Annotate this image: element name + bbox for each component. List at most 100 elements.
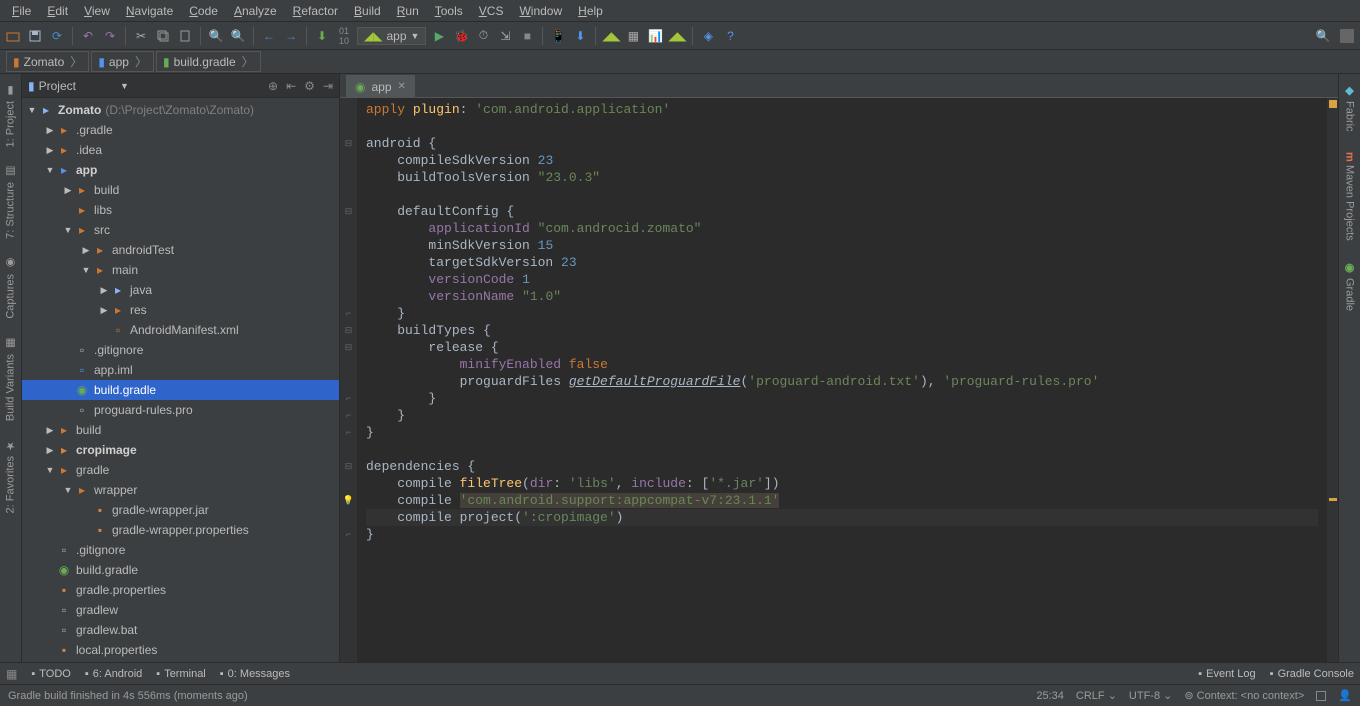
tree-twisty-icon[interactable]: ▼: [44, 165, 56, 175]
tree-node--idea[interactable]: ▶▸.idea: [22, 140, 339, 160]
replace-icon[interactable]: 🔍: [229, 27, 247, 45]
collapse-tool-icon[interactable]: ▦: [6, 667, 17, 681]
bottom-tab-gradle-console[interactable]: ▪Gradle Console: [1270, 668, 1354, 680]
undo-icon[interactable]: ↶: [79, 27, 97, 45]
device-monitor-icon[interactable]: ◢◣: [602, 27, 620, 45]
tree-node-gradle-wrapper-jar[interactable]: ▪gradle-wrapper.jar: [22, 500, 339, 520]
tree-node-androidtest[interactable]: ▶▸androidTest: [22, 240, 339, 260]
line-sep[interactable]: CRLF ⌄: [1076, 689, 1117, 702]
menu-build[interactable]: Build: [346, 2, 389, 20]
menu-file[interactable]: File: [4, 2, 39, 20]
tool-tab-favorites[interactable]: 2: Favorites★: [2, 433, 19, 519]
menu-navigate[interactable]: Navigate: [118, 2, 181, 20]
menu-help[interactable]: Help: [570, 2, 611, 20]
bottom-tab-messages[interactable]: ▪0: Messages: [220, 668, 290, 680]
project-tree[interactable]: ▼▸Zomato(D:\Project\Zomato\Zomato)▶▸.gra…: [22, 98, 339, 662]
tree-node-gradle[interactable]: ▼▸gradle: [22, 460, 339, 480]
settings-icon[interactable]: ⚙: [304, 79, 315, 93]
redo-icon[interactable]: ↷: [101, 27, 119, 45]
tree-node-gradlew[interactable]: ▫gradlew: [22, 600, 339, 620]
lightbulb-icon[interactable]: 💡: [343, 495, 354, 505]
bottom-tab-todo[interactable]: ▪TODO: [31, 668, 70, 680]
code-editor[interactable]: apply plugin: 'com.android.application'a…: [358, 98, 1326, 662]
layout-icon[interactable]: ▦: [624, 27, 642, 45]
tree-node-src[interactable]: ▼▸src: [22, 220, 339, 240]
help-icon[interactable]: ?: [721, 27, 739, 45]
attach-icon[interactable]: ⇲: [496, 27, 514, 45]
binary-icon[interactable]: 0110: [335, 27, 353, 45]
breadcrumb-build.gradle[interactable]: ▮build.gradle〉: [156, 51, 261, 72]
tree-node-app[interactable]: ▼▸app: [22, 160, 339, 180]
tree-node--gitignore[interactable]: ▫.gitignore: [22, 340, 339, 360]
tool-tab-project[interactable]: 1: Project▮: [2, 78, 19, 153]
tree-node-gradlew-bat[interactable]: ▫gradlew.bat: [22, 620, 339, 640]
tree-node-proguard-rules-pro[interactable]: ▫proguard-rules.pro: [22, 400, 339, 420]
hector-icon[interactable]: 👤: [1338, 689, 1352, 702]
cut-icon[interactable]: ✂: [132, 27, 150, 45]
sync-icon[interactable]: ⟳: [48, 27, 66, 45]
tree-twisty-icon[interactable]: ▼: [26, 105, 38, 115]
tree-node-gradle-wrapper-properties[interactable]: ▪gradle-wrapper.properties: [22, 520, 339, 540]
menu-refactor[interactable]: Refactor: [285, 2, 346, 20]
breadcrumb-app[interactable]: ▮app〉: [91, 51, 154, 72]
tree-node-build-gradle[interactable]: ◉build.gradle: [22, 560, 339, 580]
tree-twisty-icon[interactable]: ▶: [80, 245, 92, 256]
sdk-icon[interactable]: ⬇: [571, 27, 589, 45]
context-indicator[interactable]: ⊚ Context: <no context>: [1184, 689, 1304, 702]
tool-tab-gradle[interactable]: ◉Gradle: [1341, 255, 1358, 317]
error-stripe[interactable]: [1326, 98, 1338, 662]
tree-node-build[interactable]: ▶▸build: [22, 420, 339, 440]
find-icon[interactable]: 🔍: [207, 27, 225, 45]
close-icon[interactable]: ✕: [398, 81, 406, 92]
tree-twisty-icon[interactable]: ▼: [44, 465, 56, 475]
bottom-tab-event[interactable]: ▪Event Log: [1198, 668, 1255, 680]
paste-icon[interactable]: [176, 27, 194, 45]
tree-twisty-icon[interactable]: ▶: [44, 445, 56, 456]
tree-node-res[interactable]: ▶▸res: [22, 300, 339, 320]
menu-vcs[interactable]: VCS: [471, 2, 512, 20]
tree-node-androidmanifest-xml[interactable]: ▫AndroidManifest.xml: [22, 320, 339, 340]
hide-icon[interactable]: ⇥: [323, 79, 333, 93]
back-icon[interactable]: ←: [260, 27, 278, 45]
tree-node-local-properties[interactable]: ▪local.properties: [22, 640, 339, 660]
tree-node-cropimage[interactable]: ▶▸cropimage: [22, 440, 339, 460]
fold-gutter[interactable]: ⊟⊟⌐⊟⊟⌐⌐⌐⊟💡⌐: [340, 98, 358, 662]
tool-tab-maven[interactable]: mMaven Projects: [1342, 146, 1358, 248]
tree-twisty-icon[interactable]: ▶: [44, 145, 56, 156]
chevron-down-icon[interactable]: ▼: [120, 81, 129, 91]
tree-twisty-icon[interactable]: ▶: [44, 425, 56, 436]
tree-twisty-icon[interactable]: ▼: [62, 225, 74, 235]
encoding[interactable]: UTF-8 ⌄: [1129, 689, 1172, 702]
profile-icon[interactable]: ⏱: [474, 27, 492, 45]
tree-node-app-iml[interactable]: ▫app.iml: [22, 360, 339, 380]
tool-tab-variants[interactable]: Build Variants▦: [2, 331, 19, 427]
save-icon[interactable]: [26, 27, 44, 45]
android-head-icon[interactable]: ◢◣: [668, 27, 686, 45]
tree-twisty-icon[interactable]: ▶: [44, 125, 56, 136]
menu-run[interactable]: Run: [389, 2, 427, 20]
forward-icon[interactable]: →: [282, 27, 300, 45]
theme-icon[interactable]: 📊: [646, 27, 664, 45]
bottom-tab-terminal[interactable]: ▪Terminal: [156, 668, 205, 680]
scroll-target-icon[interactable]: ⊕: [268, 79, 278, 93]
tree-node-main[interactable]: ▼▸main: [22, 260, 339, 280]
tree-twisty-icon[interactable]: ▶: [62, 185, 74, 196]
tree-node-zomato[interactable]: ▼▸Zomato(D:\Project\Zomato\Zomato): [22, 100, 339, 120]
tree-twisty-icon[interactable]: ▶: [98, 285, 110, 296]
menu-view[interactable]: View: [76, 2, 118, 20]
user-icon[interactable]: [1338, 27, 1356, 45]
tree-node--gitignore[interactable]: ▫.gitignore: [22, 540, 339, 560]
tree-node-build[interactable]: ▶▸build: [22, 180, 339, 200]
run-icon[interactable]: ▶: [430, 27, 448, 45]
tree-node-build-gradle[interactable]: ◉build.gradle: [22, 380, 339, 400]
search-everywhere-icon[interactable]: 🔍: [1314, 27, 1332, 45]
breadcrumb-zomato[interactable]: ▮Zomato〉: [6, 51, 89, 72]
tree-twisty-icon[interactable]: ▼: [62, 485, 74, 495]
lock-icon[interactable]: [1316, 691, 1326, 701]
menu-tools[interactable]: Tools: [427, 2, 471, 20]
tree-twisty-icon[interactable]: ▶: [98, 305, 110, 316]
menu-analyze[interactable]: Analyze: [226, 2, 285, 20]
run-config-selector[interactable]: ◢◣ app ▼: [357, 27, 426, 45]
avd-icon[interactable]: 📱: [549, 27, 567, 45]
make-icon[interactable]: ⬇: [313, 27, 331, 45]
